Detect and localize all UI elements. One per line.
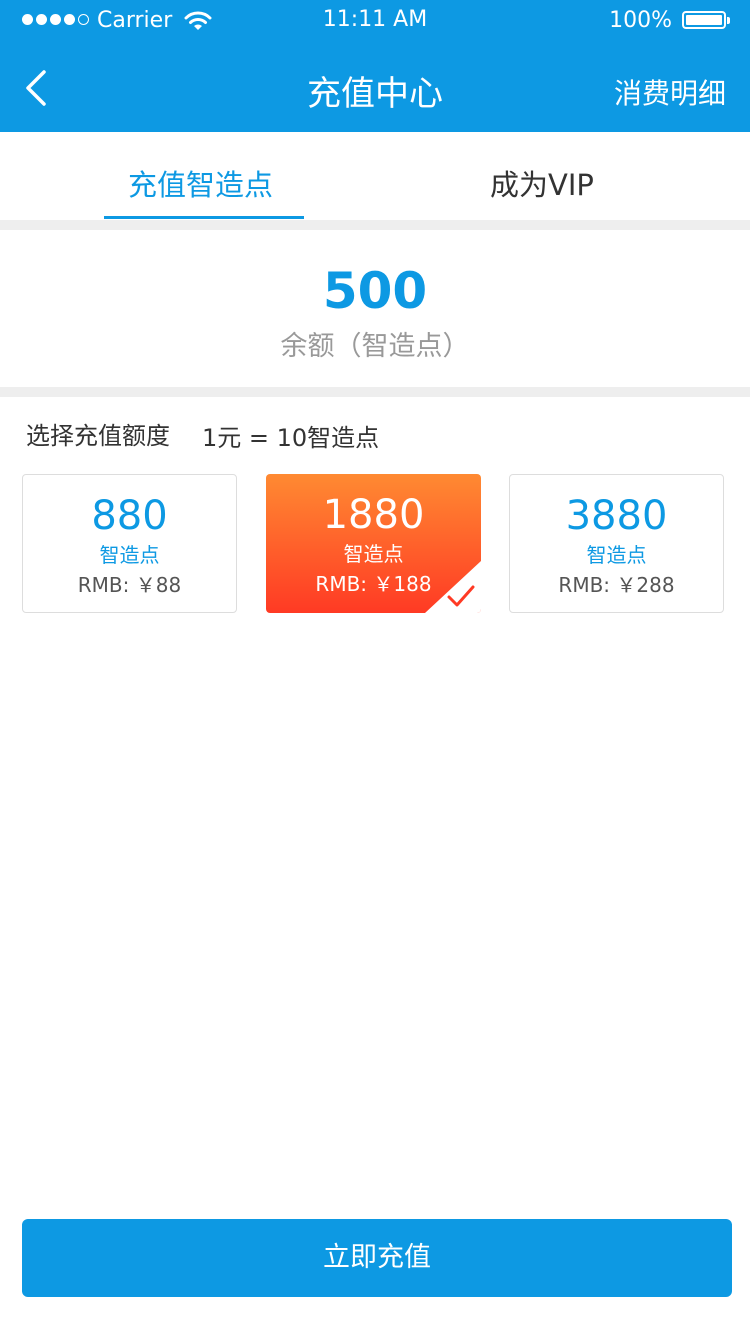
recharge-now-button[interactable]: 立即充值 (22, 1219, 732, 1297)
option-price: RMB: ￥88 (77, 573, 182, 597)
option-unit: 智造点 (586, 543, 647, 567)
option-amount: 880 (91, 493, 168, 539)
balance-label: 余额（智造点） (280, 331, 470, 362)
battery-icon (682, 11, 730, 29)
section-divider (0, 387, 750, 397)
selected-check-icon (425, 561, 481, 613)
recharge-option-3880[interactable]: 3880 智造点 RMB: ￥288 (509, 474, 724, 613)
option-unit: 智造点 (99, 543, 160, 567)
section-divider (0, 220, 750, 230)
balance-value: 500 (322, 262, 428, 320)
recharge-option-1880[interactable]: 1880 智造点 RMB: ￥188 (266, 474, 481, 613)
option-amount: 1880 (322, 492, 425, 538)
active-tab-indicator (104, 216, 304, 219)
tab-bar: 充值智造点 成为VIP (0, 132, 750, 220)
consumption-details-link[interactable]: 消费明细 (614, 72, 726, 112)
recharge-option-880[interactable]: 880 智造点 RMB: ￥88 (22, 474, 237, 613)
select-amount-label: 选择充值额度 (26, 422, 170, 450)
exchange-rate-label: 1元 = 10智造点 (202, 424, 380, 452)
tab-recharge-points[interactable]: 充值智造点 (128, 162, 273, 204)
tab-become-vip[interactable]: 成为VIP (490, 162, 594, 204)
option-amount: 3880 (565, 493, 668, 539)
battery-percent: 100% (609, 8, 672, 33)
header-bar: Carrier 11:11 AM 100% 充值中心 消费明细 (0, 0, 750, 132)
status-bar: Carrier 11:11 AM 100% (0, 0, 750, 42)
option-price: RMB: ￥288 (558, 573, 675, 597)
